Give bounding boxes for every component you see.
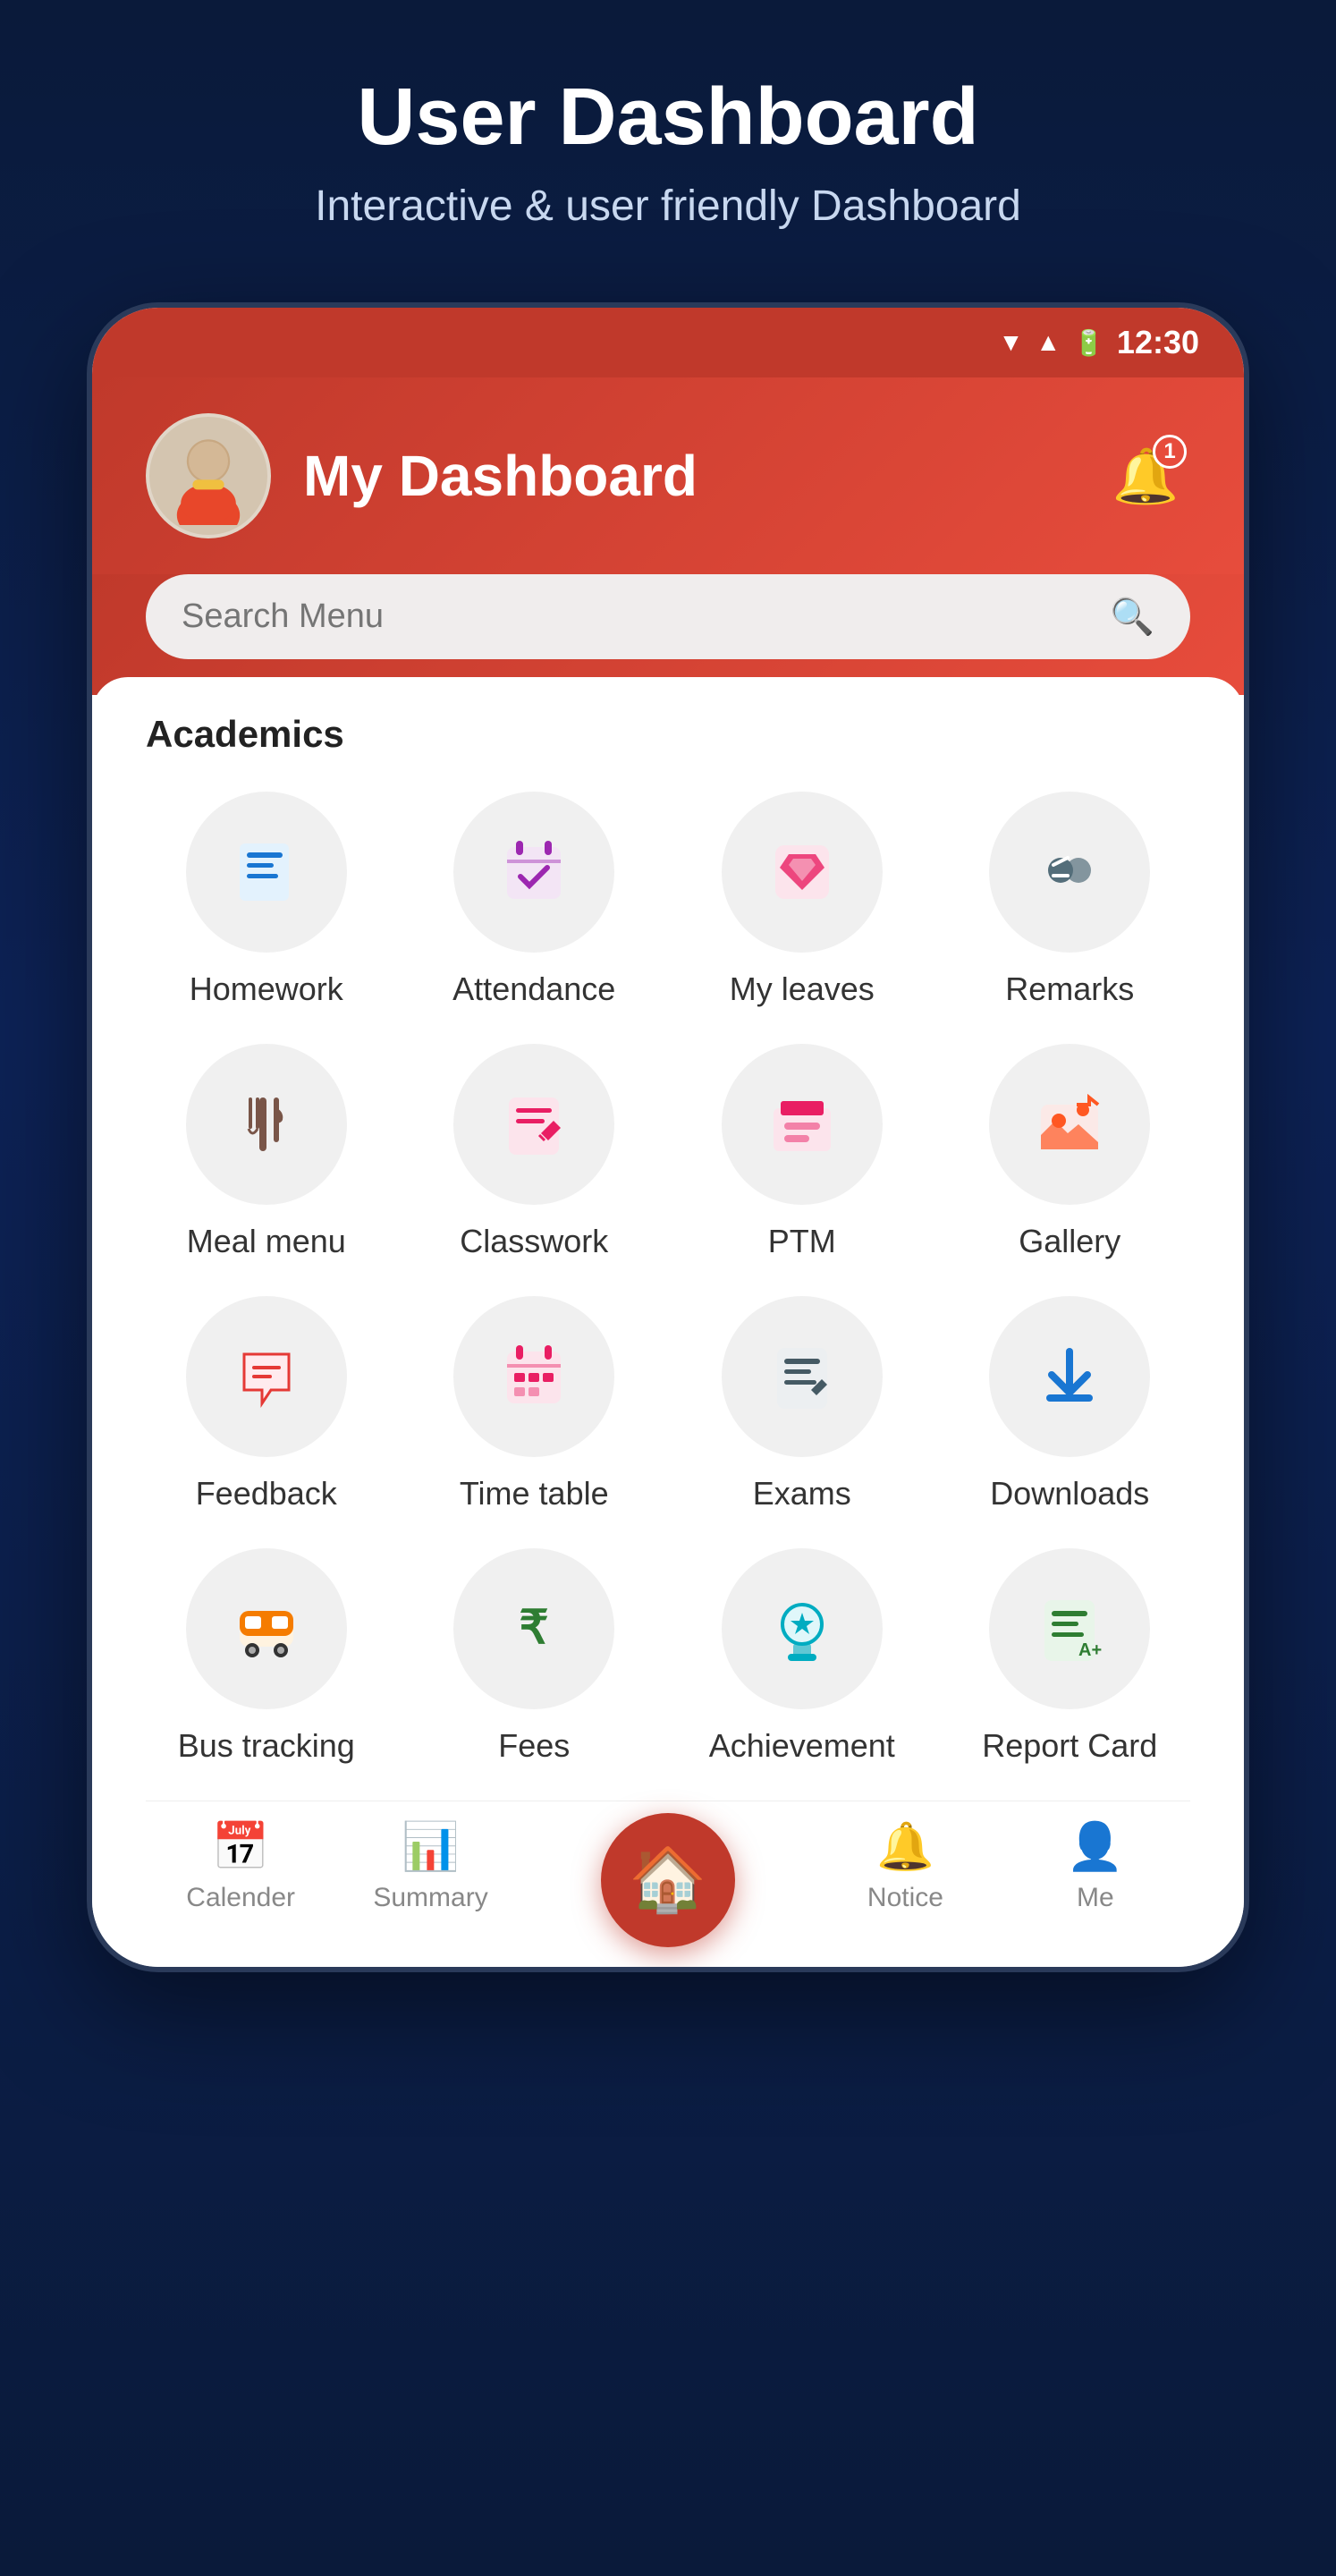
menu-row-2: Meal menu Classwork PTM Gallery xyxy=(146,1044,1190,1260)
gallery-icon-circle xyxy=(989,1044,1150,1205)
wifi-icon: ▼ xyxy=(999,328,1024,357)
time-table-label: Time table xyxy=(460,1475,609,1513)
achievement-icon-circle xyxy=(722,1548,883,1709)
menu-area: Academics Homework Attendance My leaves xyxy=(92,677,1244,1967)
academics-label: Academics xyxy=(146,713,1190,756)
report-card-icon-circle: A+ xyxy=(989,1548,1150,1709)
search-bar[interactable]: 🔍 xyxy=(146,574,1190,659)
dashboard-title: My Dashboard xyxy=(303,443,698,509)
svg-text:A+: A+ xyxy=(1078,1640,1102,1660)
meal-menu-icon-circle xyxy=(186,1044,347,1205)
fees-label: Fees xyxy=(498,1727,570,1765)
menu-item-fees[interactable]: ₹ Fees xyxy=(414,1548,655,1765)
bus-tracking-icon-circle xyxy=(186,1548,347,1709)
menu-item-my-leaves[interactable]: My leaves xyxy=(681,792,923,1008)
attendance-label: Attendance xyxy=(452,970,615,1008)
app-header: My Dashboard 🔔 1 xyxy=(92,377,1244,574)
menu-row-3: Feedback Time table Exams Downloads xyxy=(146,1296,1190,1513)
classwork-icon-circle xyxy=(453,1044,614,1205)
menu-row-1: Homework Attendance My leaves Remarks xyxy=(146,792,1190,1008)
nav-summary[interactable]: 📊 Summary xyxy=(335,1819,525,1913)
report-card-label: Report Card xyxy=(982,1727,1157,1765)
ptm-icon-circle xyxy=(722,1044,883,1205)
nav-calender[interactable]: 📅 Calender xyxy=(146,1819,335,1913)
nav-notice[interactable]: 🔔 Notice xyxy=(810,1819,1000,1913)
achievement-label: Achievement xyxy=(709,1727,895,1765)
downloads-label: Downloads xyxy=(990,1475,1149,1513)
nav-me[interactable]: 👤 Me xyxy=(1001,1819,1190,1913)
downloads-icon-circle xyxy=(989,1296,1150,1457)
svg-text:₹: ₹ xyxy=(520,1602,549,1654)
exams-label: Exams xyxy=(753,1475,851,1513)
page-subtitle: Interactive & user friendly Dashboard xyxy=(315,182,1021,231)
bus-tracking-label: Bus tracking xyxy=(178,1727,355,1765)
battery-icon: 🔋 xyxy=(1073,328,1104,358)
menu-row-4: Bus tracking ₹ Fees Achievement A+ Repor… xyxy=(146,1548,1190,1765)
phone-frame: ▼ ▲ 🔋 12:30 My Dashboard 🔔 1 xyxy=(87,302,1249,1972)
menu-item-ptm[interactable]: PTM xyxy=(681,1044,923,1260)
calender-icon: 📅 xyxy=(212,1819,270,1874)
me-label: Me xyxy=(1077,1883,1114,1913)
page-title: User Dashboard xyxy=(357,72,978,164)
remarks-label: Remarks xyxy=(1005,970,1134,1008)
home-fab-button[interactable]: 🏠 xyxy=(601,1813,735,1947)
remarks-icon-circle xyxy=(989,792,1150,953)
menu-item-feedback[interactable]: Feedback xyxy=(146,1296,387,1513)
menu-item-report-card[interactable]: A+ Report Card xyxy=(950,1548,1191,1765)
ptm-label: PTM xyxy=(768,1223,836,1260)
me-icon: 👤 xyxy=(1066,1819,1124,1874)
notification-bell[interactable]: 🔔 1 xyxy=(1101,431,1190,521)
gallery-label: Gallery xyxy=(1019,1223,1120,1260)
my-leaves-label: My leaves xyxy=(730,970,875,1008)
calender-label: Calender xyxy=(186,1883,295,1913)
attendance-icon-circle xyxy=(453,792,614,953)
avatar xyxy=(146,413,271,538)
search-input[interactable] xyxy=(182,597,1092,636)
status-bar: ▼ ▲ 🔋 12:30 xyxy=(92,308,1244,377)
homework-icon-circle xyxy=(186,792,347,953)
menu-item-gallery[interactable]: Gallery xyxy=(950,1044,1191,1260)
classwork-label: Classwork xyxy=(460,1223,608,1260)
bottom-nav: 📅 Calender 📊 Summary 🏠 🔔 Notice 👤 Me xyxy=(146,1801,1190,1949)
menu-item-remarks[interactable]: Remarks xyxy=(950,792,1191,1008)
notice-icon: 🔔 xyxy=(876,1819,934,1874)
menu-item-time-table[interactable]: Time table xyxy=(414,1296,655,1513)
summary-icon: 📊 xyxy=(402,1819,460,1874)
menu-item-achievement[interactable]: Achievement xyxy=(681,1548,923,1765)
my-leaves-icon-circle xyxy=(722,792,883,953)
status-time: 12:30 xyxy=(1117,324,1199,361)
notice-label: Notice xyxy=(867,1883,943,1913)
menu-item-attendance[interactable]: Attendance xyxy=(414,792,655,1008)
feedback-label: Feedback xyxy=(196,1475,337,1513)
summary-label: Summary xyxy=(373,1883,487,1913)
header-left: My Dashboard xyxy=(146,413,698,538)
fees-icon-circle: ₹ xyxy=(453,1548,614,1709)
notification-badge: 1 xyxy=(1153,435,1187,469)
meal-menu-label: Meal menu xyxy=(187,1223,346,1260)
homework-label: Homework xyxy=(190,970,343,1008)
status-icons: ▼ ▲ 🔋 12:30 xyxy=(999,324,1199,361)
menu-item-classwork[interactable]: Classwork xyxy=(414,1044,655,1260)
menu-item-downloads[interactable]: Downloads xyxy=(950,1296,1191,1513)
signal-icon: ▲ xyxy=(1036,328,1061,357)
exams-icon-circle xyxy=(722,1296,883,1457)
time-table-icon-circle xyxy=(453,1296,614,1457)
menu-item-exams[interactable]: Exams xyxy=(681,1296,923,1513)
menu-item-bus-tracking[interactable]: Bus tracking xyxy=(146,1548,387,1765)
search-icon: 🔍 xyxy=(1110,596,1154,638)
feedback-icon-circle xyxy=(186,1296,347,1457)
menu-item-meal-menu[interactable]: Meal menu xyxy=(146,1044,387,1260)
menu-item-homework[interactable]: Homework xyxy=(146,792,387,1008)
